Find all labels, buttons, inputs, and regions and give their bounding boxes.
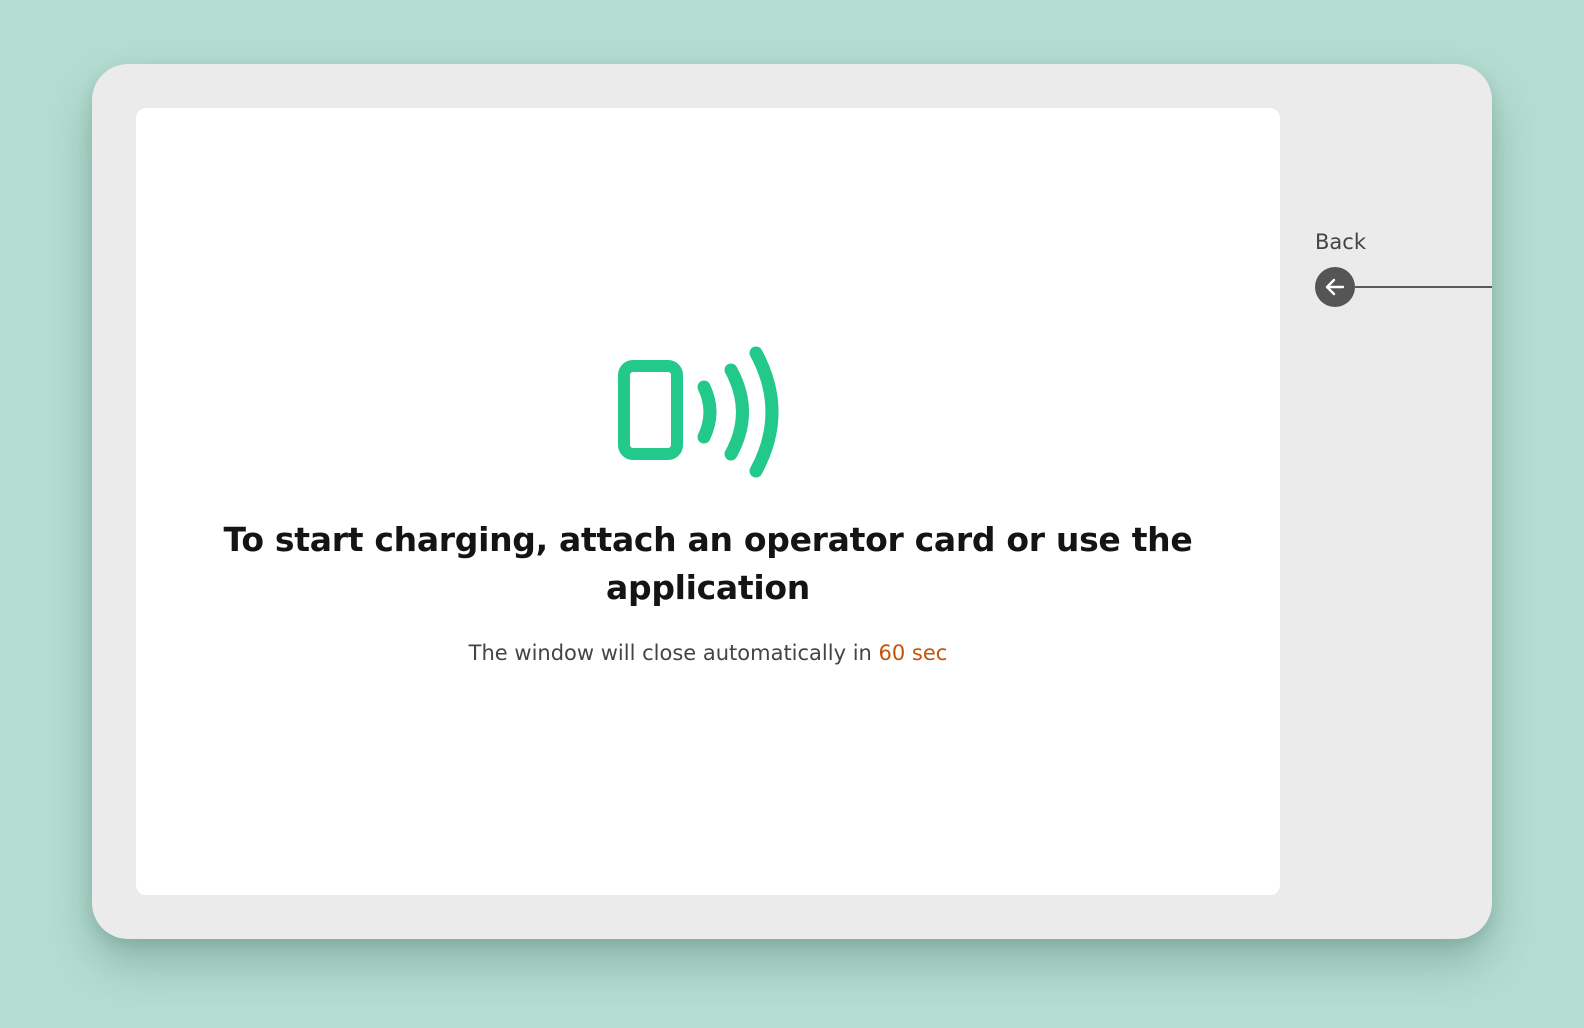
- auto-close-notice: The window will close automatically in 6…: [136, 638, 1280, 668]
- back-connector-line: [1355, 286, 1492, 288]
- instruction-message: To start charging, attach an operator ca…: [223, 520, 1193, 607]
- back-label: Back: [1315, 230, 1366, 254]
- arrow-left-icon: [1325, 278, 1345, 296]
- main-screen: To start charging, attach an operator ca…: [136, 108, 1280, 895]
- auto-close-text: The window will close automatically in: [468, 641, 879, 665]
- nfc-phone-icon: [618, 346, 779, 478]
- charger-display: To start charging, attach an operator ca…: [92, 64, 1492, 939]
- back-button[interactable]: [1315, 267, 1355, 307]
- countdown-timer: 60 sec: [878, 641, 948, 665]
